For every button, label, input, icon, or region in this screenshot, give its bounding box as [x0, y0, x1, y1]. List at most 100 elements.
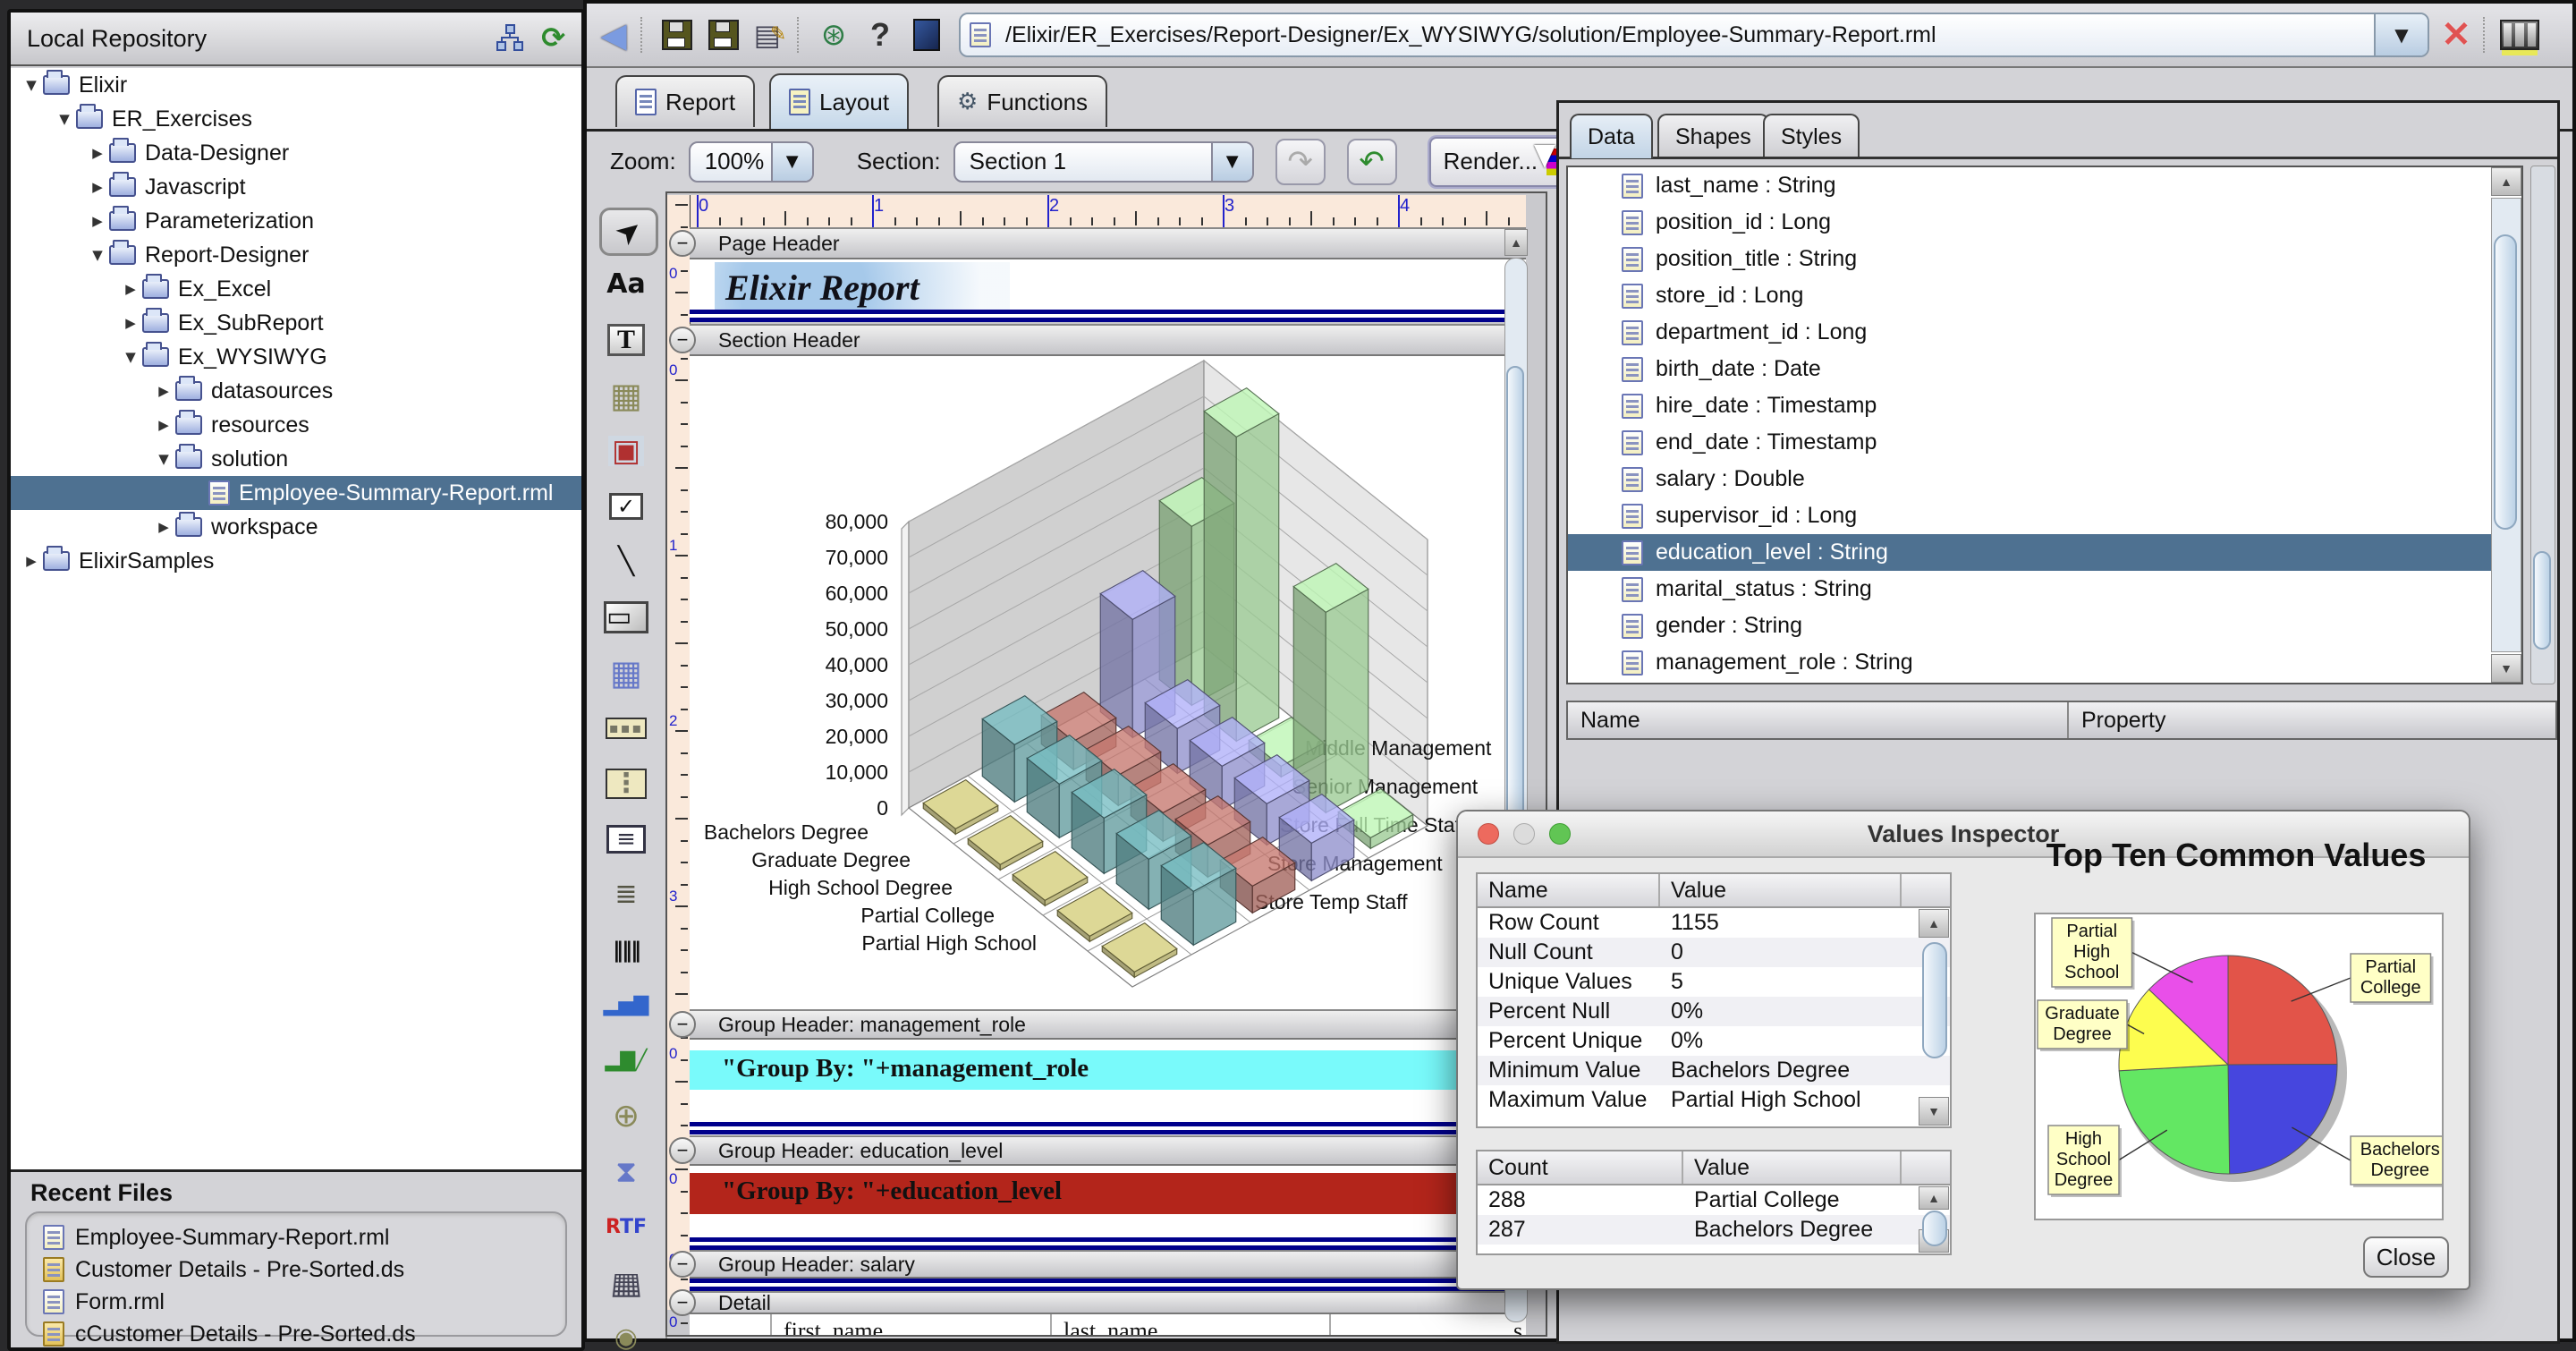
tree-item-javascript[interactable]: ▶Javascript [11, 170, 581, 204]
swirl-tool-icon[interactable]: ◉ [599, 1317, 653, 1351]
section-header-content[interactable]: 010,00020,00030,00040,00050,00060,00070,… [690, 356, 1526, 1009]
table-row[interactable]: Row Count1155 [1478, 908, 1950, 938]
sub-report-tool-icon[interactable]: ≣ [599, 873, 653, 916]
combination-chart-tool-icon[interactable]: ▂▇╱ [599, 1040, 653, 1083]
collapse-band-icon[interactable]: − [669, 1289, 696, 1316]
tree-item-er-exercises[interactable]: ▼ER_Exercises [11, 102, 581, 136]
select-tool-icon[interactable]: ➤ [599, 208, 658, 256]
field-item-store_id[interactable]: store_id : Long [1568, 277, 2521, 314]
form-tool-icon[interactable]: ≡ [599, 818, 653, 861]
field-item-end_date[interactable]: end_date : Timestamp [1568, 424, 2521, 461]
hourglass-tool-icon[interactable]: ⧗ [599, 1151, 653, 1194]
scroll-down-icon[interactable]: ▼ [1919, 1097, 1949, 1126]
rtf-tool-icon[interactable]: RTF [599, 1206, 653, 1249]
tree-item-parameterization[interactable]: ▶Parameterization [11, 204, 581, 238]
collapsed-icon[interactable]: ▶ [20, 555, 43, 568]
counts-scrollbar-thumb[interactable] [1922, 1211, 1947, 1246]
tab-report[interactable]: Report [615, 75, 755, 127]
scroll-up-icon[interactable]: ▲ [1504, 229, 1528, 256]
preview-icon[interactable] [907, 15, 946, 55]
tree-item-elixirsamples[interactable]: ▶ElixirSamples [11, 544, 581, 578]
path-dropdown-icon[interactable]: ▼ [2374, 14, 2428, 55]
expanded-icon[interactable]: ▼ [152, 453, 175, 466]
table-row[interactable]: Null Count0 [1478, 938, 1950, 967]
undo-icon[interactable]: ↶ [1347, 139, 1397, 185]
recent-file-item[interactable]: Employee-Summary-Report.rml [43, 1222, 565, 1253]
collapse-band-icon[interactable]: − [669, 1251, 696, 1278]
collapsed-icon[interactable]: ▶ [119, 283, 142, 296]
collapsed-icon[interactable]: ▶ [152, 521, 175, 534]
field-item-education_level[interactable]: education_level : String [1568, 534, 2521, 571]
tree-item-ex-subreport[interactable]: ▶Ex_SubReport [11, 306, 581, 340]
field-item-supervisor_id[interactable]: supervisor_id : Long [1568, 497, 2521, 534]
checkbox-tool-icon[interactable]: ✓ [599, 485, 653, 528]
table-row[interactable]: Maximum ValuePartial High School [1478, 1085, 1950, 1115]
field-item-last_name[interactable]: last_name : String [1568, 167, 2521, 204]
collapsed-icon[interactable]: ▶ [152, 385, 175, 398]
save-icon[interactable] [657, 15, 697, 55]
counts-col-count[interactable]: Count [1478, 1151, 1683, 1184]
detail-row[interactable]: first_name last_name s [690, 1314, 1526, 1337]
collapse-band-icon[interactable]: − [669, 327, 696, 353]
hierarchy-icon[interactable] [495, 23, 525, 54]
expanded-icon[interactable]: ▼ [53, 113, 76, 126]
band-detail[interactable]: − Detail [690, 1291, 1526, 1314]
field-item-hire_date[interactable]: hire_date : Timestamp [1568, 387, 2521, 424]
field-item-department_id[interactable]: department_id : Long [1568, 314, 2521, 351]
scroll-up-icon[interactable]: ▲ [1919, 909, 1949, 938]
field-list-scrollbar[interactable] [2491, 198, 2521, 652]
section-select[interactable]: Section 1▼ [953, 141, 1254, 183]
collapse-band-icon[interactable]: − [669, 1137, 696, 1164]
tab-layout[interactable]: Layout [769, 73, 909, 129]
map-tool-icon[interactable]: ⊕ [599, 1095, 653, 1138]
tree-item-solution[interactable]: ▼solution [11, 442, 581, 476]
collapsed-icon[interactable]: ▶ [119, 317, 142, 330]
tree-item-datasources[interactable]: ▶datasources [11, 374, 581, 408]
refresh-repository-icon[interactable]: ⟳ [541, 23, 565, 54]
stats-scrollbar-thumb[interactable] [1922, 942, 1947, 1058]
detail-field-last-name[interactable]: last_name [1063, 1318, 1157, 1337]
field-item-salary[interactable]: salary : Double [1568, 461, 2521, 497]
vertical-layout-tool-icon[interactable]: ⋮ [599, 762, 653, 805]
save-all-icon[interactable] [704, 15, 743, 55]
scroll-down-icon[interactable]: ▼ [2491, 654, 2521, 683]
label-tool-icon[interactable]: Aa [599, 263, 653, 306]
edit-properties-icon[interactable]: ▤✎ [750, 15, 790, 55]
tab-styles[interactable]: Styles [1763, 114, 1860, 158]
table-row[interactable]: Minimum ValueBachelors Degree [1478, 1056, 1950, 1085]
rectangle-tool-icon[interactable]: ▭ [599, 596, 653, 639]
tree-item-employee-summary-report-rml[interactable]: Employee-Summary-Report.rml [11, 476, 581, 510]
redo-icon[interactable]: ↷ [1275, 139, 1326, 185]
collapsed-icon[interactable]: ▶ [152, 419, 175, 432]
close-document-icon[interactable]: ✕ [2436, 15, 2476, 55]
table-row[interactable]: 287Bachelors Degree [1478, 1215, 1950, 1245]
tree-item-data-designer[interactable]: ▶Data-Designer [11, 136, 581, 170]
field-item-position_title[interactable]: position_title : String [1568, 241, 2521, 277]
document-path-combo[interactable]: /Elixir/ER_Exercises/Report-Designer/Ex_… [959, 13, 2429, 57]
tab-functions[interactable]: ⚙ Functions [937, 75, 1107, 127]
scroll-up-icon[interactable]: ▲ [2491, 167, 2521, 196]
tree-item-ex-excel[interactable]: ▶Ex_Excel [11, 272, 581, 306]
field-item-management_role[interactable]: management_role : String [1568, 644, 2521, 681]
band-page-header[interactable]: − Page Header [690, 227, 1526, 259]
collapse-band-icon[interactable]: − [669, 1011, 696, 1038]
field-item-gender[interactable]: gender : String [1568, 608, 2521, 644]
band-group-header-salary[interactable]: − Group Header: salary [690, 1250, 1526, 1279]
tree-item-resources[interactable]: ▶resources [11, 408, 581, 442]
band-section-header[interactable]: − Section Header [690, 324, 1526, 356]
expanded-icon[interactable]: ▼ [119, 351, 142, 364]
tree-item-elixir[interactable]: ▼Elixir [11, 68, 581, 102]
stats-col-value[interactable]: Value [1660, 874, 1902, 906]
collapse-band-icon[interactable]: − [669, 230, 696, 257]
recent-file-item[interactable]: Form.rml [43, 1287, 565, 1317]
image-tool-icon[interactable]: ▣ [599, 429, 653, 472]
collapsed-icon[interactable]: ▶ [86, 181, 109, 194]
tree-item-workspace[interactable]: ▶workspace [11, 510, 581, 544]
columns-layout-icon[interactable] [2500, 15, 2539, 55]
close-button[interactable]: Close [2363, 1236, 2449, 1278]
line-tool-icon[interactable]: ╲ [599, 540, 653, 583]
field-item-birth_date[interactable]: birth_date : Date [1568, 351, 2521, 387]
tab-data[interactable]: Data [1570, 114, 1653, 158]
expanded-icon[interactable]: ▼ [86, 249, 109, 262]
collapsed-icon[interactable]: ▶ [86, 147, 109, 160]
